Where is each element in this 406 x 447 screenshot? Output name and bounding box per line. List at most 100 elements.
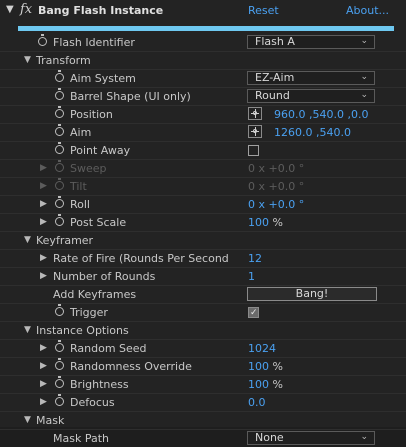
effect-controls-panel: ▼ fx Bang Flash Instance Reset About... … <box>0 0 406 445</box>
tilt-value: 0 x +0.0 ° <box>248 180 305 193</box>
stopwatch-icon[interactable] <box>55 70 64 82</box>
expand-triangle-icon[interactable]: ▶ <box>40 214 47 231</box>
fx-toggle-icon[interactable]: fx <box>20 2 32 17</box>
flash-identifier-dropdown[interactable]: Flash A ⌄ <box>247 35 375 49</box>
section-transform[interactable]: ▼ Transform <box>0 52 406 70</box>
expand-triangle-icon[interactable]: ▼ <box>24 232 31 249</box>
keyframer-title: Keyframer <box>36 234 94 247</box>
bang-button[interactable]: Bang! <box>247 287 377 301</box>
brightness-label: Brightness <box>70 378 129 391</box>
aim-label: Aim <box>70 126 92 139</box>
row-trigger: Trigger <box>0 304 406 322</box>
about-link[interactable]: About... <box>346 4 389 17</box>
roll-value[interactable]: 0 x +0.0 ° <box>248 196 304 213</box>
tilt-label: Tilt <box>70 180 87 193</box>
stopwatch-icon <box>55 160 64 172</box>
stopwatch-icon[interactable] <box>55 88 64 100</box>
stopwatch-icon[interactable] <box>55 124 64 136</box>
stopwatch-icon[interactable] <box>55 358 64 370</box>
position-value[interactable]: 960.0 ,540.0 ,0.0 <box>274 106 368 123</box>
row-aim: Aim 1260.0 ,540.0 <box>0 124 406 142</box>
barrel-shape-dropdown[interactable]: Round ⌄ <box>247 89 375 103</box>
post-scale-label: Post Scale <box>70 216 127 229</box>
row-mask-path: Mask Path None ⌄ <box>0 430 406 447</box>
stopwatch-icon[interactable] <box>55 214 64 226</box>
expand-triangle-icon[interactable]: ▶ <box>40 178 47 195</box>
expand-triangle-icon[interactable]: ▼ <box>24 412 31 429</box>
expand-triangle-icon[interactable]: ▶ <box>40 394 47 411</box>
randomness-override-field[interactable]: 100 % <box>248 358 283 375</box>
stopwatch-icon <box>55 178 64 190</box>
row-randomness-override: ▶ Randomness Override 100 % <box>0 358 406 376</box>
flash-identifier-value: Flash A <box>255 35 295 48</box>
brightness-unit: % <box>272 378 283 391</box>
trigger-checkbox[interactable] <box>248 305 259 322</box>
row-point-away: Point Away <box>0 142 406 160</box>
stopwatch-icon[interactable] <box>55 106 64 118</box>
crosshair-icon[interactable] <box>248 125 262 138</box>
row-defocus: ▶ Defocus 0.0 <box>0 394 406 412</box>
section-keyframer[interactable]: ▼ Keyframer <box>0 232 406 250</box>
expand-triangle-icon[interactable]: ▶ <box>40 340 47 357</box>
row-sweep: ▶ Sweep 0 x +0.0 ° <box>0 160 406 178</box>
post-scale-field[interactable]: 100 % <box>248 214 283 231</box>
reset-link[interactable]: Reset <box>248 4 279 17</box>
expand-triangle-icon[interactable]: ▶ <box>40 160 47 177</box>
stopwatch-icon[interactable] <box>55 376 64 388</box>
stopwatch-icon[interactable] <box>55 142 64 154</box>
mask-path-dropdown[interactable]: None ⌄ <box>247 431 375 445</box>
stopwatch-icon[interactable] <box>55 394 64 406</box>
brightness-value: 100 <box>248 378 269 391</box>
stopwatch-icon[interactable] <box>55 340 64 352</box>
stopwatch-icon[interactable] <box>55 196 64 208</box>
section-mask[interactable]: ▼ Mask <box>0 412 406 430</box>
aim-system-dropdown[interactable]: EZ-Aim ⌄ <box>247 71 375 85</box>
chevron-down-icon: ⌄ <box>360 90 368 100</box>
crosshair-icon[interactable] <box>248 107 262 120</box>
point-away-label: Point Away <box>70 144 131 157</box>
aim-value[interactable]: 1260.0 ,540.0 <box>274 124 351 141</box>
stopwatch-icon[interactable] <box>38 34 47 46</box>
mask-path-value: None <box>255 431 284 444</box>
number-of-rounds-label: Number of Rounds <box>53 270 156 283</box>
expand-triangle-icon[interactable]: ▼ <box>24 52 31 69</box>
barrel-shape-label: Barrel Shape (UI only) <box>70 90 191 103</box>
expand-triangle-icon[interactable]: ▶ <box>40 196 47 213</box>
random-seed-label: Random Seed <box>70 342 147 355</box>
random-seed-value[interactable]: 1024 <box>248 340 276 357</box>
number-of-rounds-value[interactable]: 1 <box>248 268 255 285</box>
aim-system-label: Aim System <box>70 72 136 85</box>
chevron-down-icon: ⌄ <box>360 72 368 82</box>
defocus-value[interactable]: 0.0 <box>248 394 266 411</box>
randomness-override-unit: % <box>272 360 283 373</box>
row-random-seed: ▶ Random Seed 1024 <box>0 340 406 358</box>
effect-header: ▼ fx Bang Flash Instance Reset About... <box>0 0 406 22</box>
expand-triangle-icon[interactable]: ▼ <box>24 322 31 339</box>
rate-of-fire-value[interactable]: 12 <box>248 250 262 267</box>
effect-title: Bang Flash Instance <box>38 4 164 17</box>
aim-system-value: EZ-Aim <box>255 71 295 84</box>
defocus-label: Defocus <box>70 396 115 409</box>
collapse-triangle-icon[interactable]: ▼ <box>6 4 14 15</box>
instance-options-title: Instance Options <box>36 324 129 337</box>
transform-title: Transform <box>36 54 91 67</box>
trigger-label: Trigger <box>70 306 108 319</box>
expand-triangle-icon[interactable]: ▶ <box>40 250 47 267</box>
brightness-field[interactable]: 100 % <box>248 376 283 393</box>
add-keyframes-label: Add Keyframes <box>53 288 137 301</box>
row-brightness: ▶ Brightness 100 % <box>0 376 406 394</box>
mask-path-label: Mask Path <box>53 432 109 445</box>
stopwatch-icon[interactable] <box>55 304 64 316</box>
row-tilt: ▶ Tilt 0 x +0.0 ° <box>0 178 406 196</box>
row-add-keyframes: Add Keyframes Bang! <box>0 286 406 304</box>
expand-triangle-icon[interactable]: ▶ <box>40 358 47 375</box>
section-instance-options[interactable]: ▼ Instance Options <box>0 322 406 340</box>
roll-label: Roll <box>70 198 90 211</box>
flash-identifier-label: Flash Identifier <box>53 36 135 49</box>
point-away-checkbox[interactable] <box>248 145 259 156</box>
expand-triangle-icon[interactable]: ▶ <box>40 268 47 285</box>
mask-title: Mask <box>36 414 65 427</box>
expand-triangle-icon[interactable]: ▶ <box>40 376 47 393</box>
post-scale-unit: % <box>272 216 283 229</box>
post-scale-value: 100 <box>248 216 269 229</box>
